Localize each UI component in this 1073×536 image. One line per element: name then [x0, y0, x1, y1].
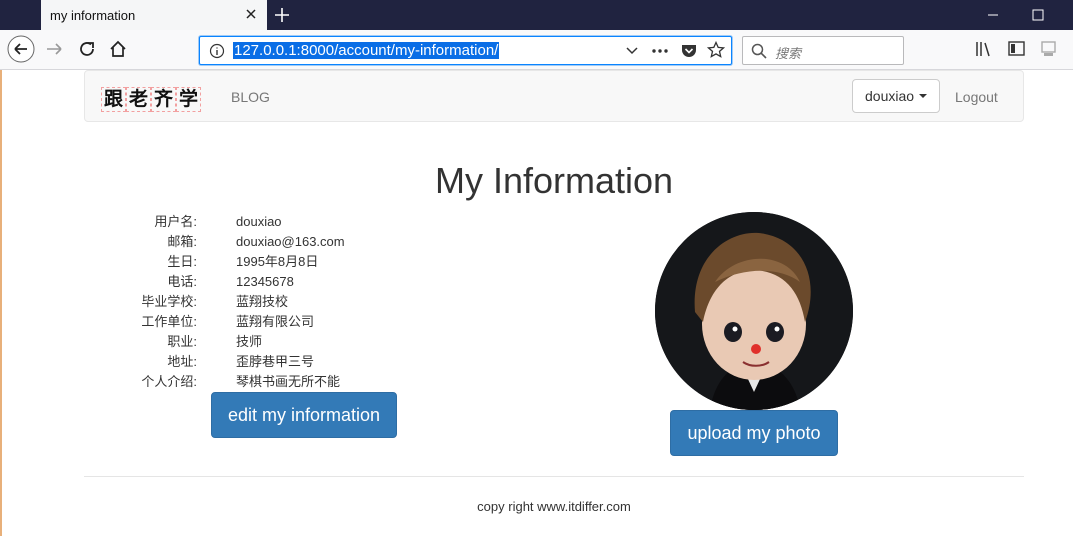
site-navbar: 跟 老 齐 学 BLOG douxiao Logout: [84, 70, 1024, 122]
upload-photo-button[interactable]: upload my photo: [670, 410, 838, 456]
info-label: 地址:: [167, 354, 197, 369]
info-label: 工作单位:: [141, 314, 197, 329]
info-label: 职业:: [167, 334, 197, 349]
info-value: 蓝翔有限公司: [236, 314, 315, 329]
sidebar-icon[interactable]: [1008, 41, 1026, 57]
back-icon[interactable]: [7, 35, 35, 63]
info-row: 毕业学校: 蓝翔技校: [84, 292, 484, 312]
pocket-icon[interactable]: [680, 42, 698, 60]
info-row: 地址: 歪脖巷甲三号: [84, 352, 484, 372]
logout-link[interactable]: Logout: [955, 89, 998, 105]
info-value: 技师: [236, 334, 263, 349]
forward-icon[interactable]: [40, 35, 68, 63]
info-label: 个人介绍:: [141, 374, 197, 389]
info-value: 1995年8月8日: [236, 254, 319, 269]
info-value: 蓝翔技校: [236, 294, 289, 309]
browser-toolbar: 127.0.0.1:8000/account/my-information/ 搜…: [0, 30, 1073, 70]
bookmark-star-icon[interactable]: [707, 41, 725, 59]
reload-icon[interactable]: [73, 35, 101, 63]
brand-char: 老: [126, 87, 151, 112]
brand-char: 齐: [151, 87, 176, 112]
info-row: 电话: 12345678: [84, 272, 484, 292]
brand-logo[interactable]: 跟 老 齐 学: [101, 87, 201, 112]
edit-information-button[interactable]: edit my information: [211, 392, 397, 438]
browser-titlebar: my information: [0, 0, 1073, 30]
search-bar[interactable]: 搜索: [742, 36, 904, 65]
info-value: 12345678: [236, 274, 294, 289]
close-icon[interactable]: [243, 6, 259, 22]
screenshot-icon[interactable]: [1040, 40, 1058, 58]
new-tab-icon[interactable]: [272, 5, 292, 25]
info-icon[interactable]: [209, 43, 225, 59]
info-row: 生日: 1995年8月8日: [84, 252, 484, 272]
page-title: My Information: [434, 160, 674, 201]
brand-char: 跟: [101, 87, 126, 112]
library-icon[interactable]: [975, 41, 993, 57]
search-icon: [751, 43, 767, 59]
more-icon[interactable]: [651, 45, 669, 57]
info-row: 职业: 技师: [84, 332, 484, 352]
info-label: 毕业学校:: [141, 294, 197, 309]
footer-divider: [84, 476, 1024, 477]
search-placeholder: 搜索: [775, 46, 802, 61]
info-value: 歪脖巷甲三号: [236, 354, 315, 369]
url-bar[interactable]: 127.0.0.1:8000/account/my-information/: [199, 36, 732, 65]
info-list: 用户名: douxiao 邮箱: douxiao@163.com 生日: 199…: [84, 212, 484, 392]
info-value: douxiao@163.com: [236, 234, 345, 249]
info-value: 琴棋书画无所不能: [236, 374, 341, 389]
brand-char: 学: [176, 87, 201, 112]
minimize-icon[interactable]: [984, 6, 1002, 24]
info-row: 邮箱: douxiao@163.com: [84, 232, 484, 252]
tab-title: my information: [50, 7, 136, 23]
avatar-image: [655, 212, 853, 410]
user-dropdown-button[interactable]: douxiao: [852, 79, 940, 113]
info-label: 生日:: [167, 254, 197, 269]
info-row: 个人介绍: 琴棋书画无所不能: [84, 372, 484, 392]
chevron-down-icon[interactable]: [625, 45, 639, 57]
browser-tab[interactable]: my information: [41, 0, 267, 30]
nav-blog-link[interactable]: BLOG: [231, 89, 270, 105]
caret-down-icon: [919, 94, 928, 98]
info-value: douxiao: [236, 214, 282, 229]
info-label: 用户名:: [154, 214, 197, 229]
home-icon[interactable]: [104, 35, 132, 63]
info-row: 工作单位: 蓝翔有限公司: [84, 312, 484, 332]
info-label: 邮箱:: [167, 234, 197, 249]
user-dropdown-label: douxiao: [865, 88, 915, 104]
info-label: 电话:: [167, 274, 197, 289]
footer-text: copy right www.itdiffer.com: [477, 499, 631, 514]
info-row: 用户名: douxiao: [84, 212, 484, 232]
url-text[interactable]: 127.0.0.1:8000/account/my-information/: [233, 42, 500, 59]
maximize-icon[interactable]: [1029, 6, 1047, 24]
avatar: [655, 212, 853, 410]
window-edge: [0, 70, 2, 536]
